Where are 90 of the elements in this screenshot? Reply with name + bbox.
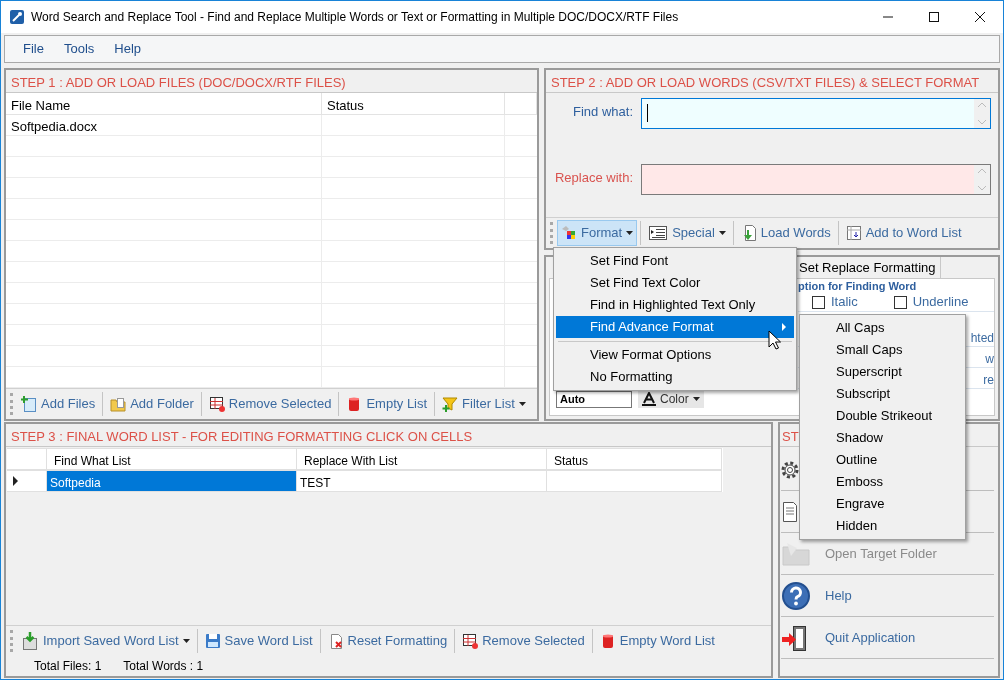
caret-icon	[692, 397, 700, 401]
grid-arrow-icon	[845, 225, 862, 241]
document-icon	[781, 500, 799, 523]
toolbar-button[interactable]: Add to Word List	[841, 220, 966, 246]
caret-icon	[182, 639, 190, 643]
toolbar-button[interactable]: Add Folder	[106, 391, 198, 417]
size-select[interactable]: Auto	[556, 391, 632, 408]
window-title: Word Search and Replace Tool - Find and Replace Multiple Words or Text or Formatting in Multiple DOC/DOCX/RTF Files	[31, 9, 680, 26]
color-grid-icon	[561, 225, 577, 241]
toolbar-button[interactable]: Special	[644, 220, 730, 246]
text-lines-icon	[648, 225, 669, 241]
panel-title: STEP 2 : ADD OR LOAD WORDS (CSV/TXT FILES) & SELECT FORMAT	[546, 70, 998, 93]
checkbox-label: w	[985, 352, 994, 366]
action-button[interactable]	[781, 500, 799, 523]
scroll-arrows-icon	[974, 165, 990, 194]
toolbar-button[interactable]: Remove Selected	[204, 391, 336, 417]
toolbar-button[interactable]: Empty List	[342, 391, 432, 417]
close-icon	[974, 11, 986, 23]
toolbar-button[interactable]: Reset Formatting	[323, 628, 452, 654]
help-icon	[781, 580, 811, 611]
text-color-icon	[642, 392, 656, 406]
column-header: Status	[547, 448, 722, 470]
menu-item[interactable]: Set Find Font	[556, 250, 794, 272]
toolbar-button[interactable]: Add Files	[17, 391, 100, 417]
import-icon	[21, 632, 39, 650]
toolbar-button[interactable]: Format	[557, 220, 638, 246]
column-header: Replace With List	[297, 448, 547, 470]
menu-item[interactable]: Find Advance Format	[556, 316, 794, 338]
menu-item[interactable]: Subscript	[802, 383, 963, 405]
action-button[interactable]: Help	[781, 580, 852, 611]
menu-item[interactable]: Double Strikeout	[802, 405, 963, 427]
menu-item[interactable]: Help	[106, 37, 150, 61]
toolbar-grip	[550, 222, 553, 244]
menu-item[interactable]: Set Find Text Color	[556, 272, 794, 294]
toolbar-button[interactable]: Save Word List	[200, 628, 317, 654]
field-label: Find what:	[572, 103, 634, 121]
toolbar-button[interactable]: Filter List	[438, 391, 530, 417]
checkbox[interactable]	[893, 295, 907, 309]
input-field[interactable]	[641, 98, 991, 129]
gear-icon	[781, 459, 799, 480]
table-remove-icon	[208, 396, 225, 412]
menu-item[interactable]: Superscript	[802, 361, 963, 383]
caret-icon	[518, 402, 526, 406]
floppy-icon	[204, 633, 221, 649]
menu-item[interactable]: Hidden	[802, 515, 963, 537]
checkbox[interactable]	[812, 295, 825, 309]
app-icon	[9, 9, 25, 25]
folder-icon	[110, 396, 127, 412]
menu-item[interactable]: Emboss	[802, 471, 963, 493]
table-cell: TEST	[297, 470, 547, 492]
scroll-arrows-icon	[974, 99, 990, 128]
caret-icon	[626, 231, 634, 235]
menu-item[interactable]: File	[15, 37, 52, 61]
filter-icon	[442, 396, 459, 412]
action-button[interactable]: Quit Application	[781, 622, 916, 653]
toolbar-button[interactable]: Load Words	[736, 220, 835, 246]
menu-item[interactable]: View Format Options	[556, 344, 794, 366]
maximize-icon	[928, 11, 940, 23]
toolbar-button[interactable]: Import Saved Word List	[17, 628, 194, 654]
caret-icon	[718, 231, 726, 235]
toolbar-grip	[10, 630, 13, 652]
menu-item[interactable]: All Caps	[802, 317, 963, 339]
toolbar-button[interactable]: Remove Selected	[458, 628, 589, 654]
checkbox-label: Underline	[912, 293, 969, 312]
menu-item[interactable]: Engrave	[802, 493, 963, 515]
table-cell: Softpedia	[47, 470, 297, 492]
menu-item[interactable]: Small Caps	[802, 339, 963, 361]
row-pointer-icon	[13, 476, 18, 486]
status-text: Total Files: 1	[34, 658, 102, 675]
menu-item[interactable]: Outline	[802, 449, 963, 471]
table-cell: Softpedia.docx	[11, 119, 97, 134]
group-title: ption for Finding Word	[798, 280, 918, 293]
toolbar-grip	[10, 393, 13, 415]
status-text: Total Words : 1	[123, 658, 204, 675]
menu-item[interactable]: Shadow	[802, 427, 963, 449]
checkbox-label: re	[983, 373, 994, 387]
column-header: Find What List	[47, 448, 297, 470]
input-field[interactable]	[641, 164, 991, 195]
menu-item[interactable]: Tools	[55, 37, 103, 61]
submenu-arrow-icon	[782, 323, 786, 331]
menu-item[interactable]: No Formatting	[556, 366, 794, 388]
toolbar-button[interactable]: Empty Word List	[595, 628, 719, 654]
table-remove-icon	[462, 633, 479, 649]
checkbox-label: hted	[970, 331, 994, 345]
action-button[interactable]	[781, 459, 799, 480]
menu-item[interactable]: Find in Highlighted Text Only	[556, 294, 794, 316]
mouse-pointer-icon	[768, 330, 781, 350]
checkbox-label: Italic	[831, 293, 858, 312]
file-plus-icon	[21, 396, 37, 412]
field-label: Replace with:	[553, 169, 634, 187]
